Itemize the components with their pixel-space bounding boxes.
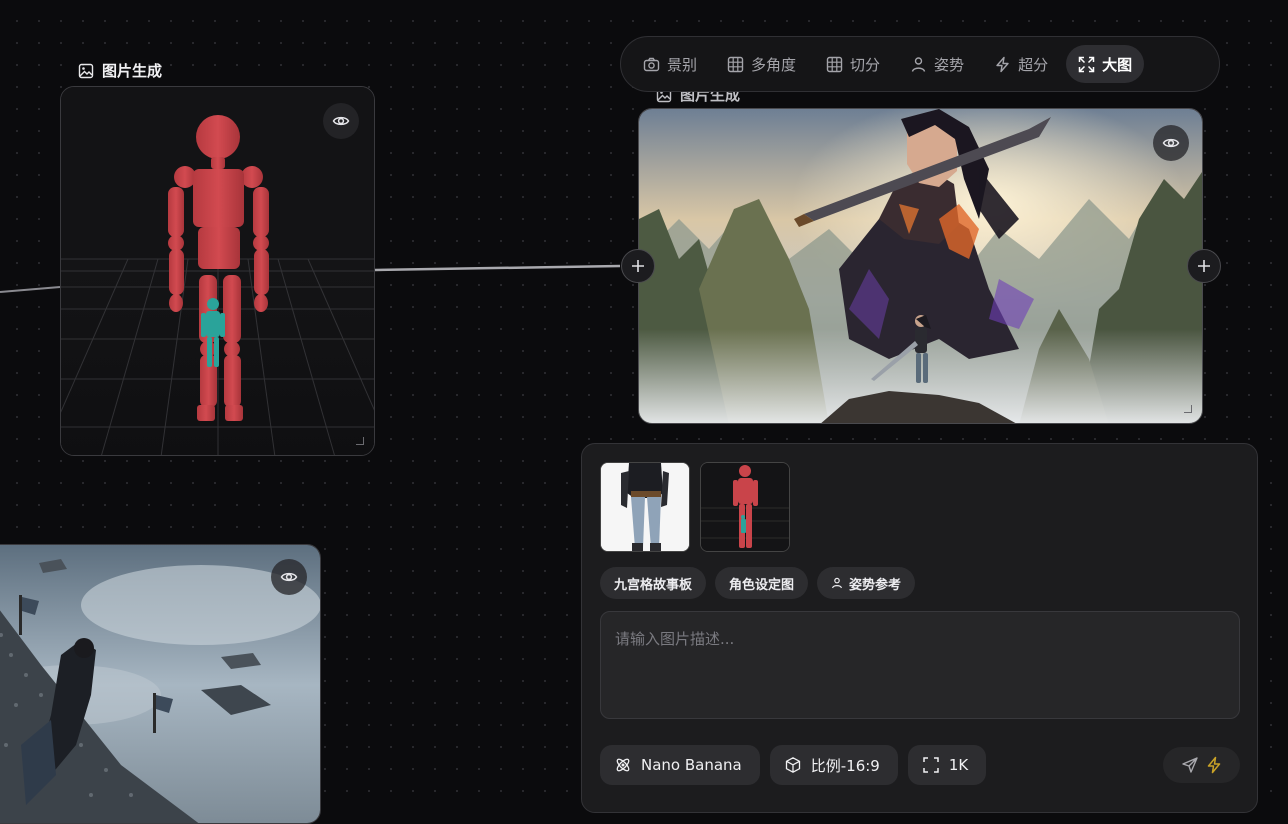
bottom-image-node-card[interactable] [0, 544, 321, 824]
tab-split[interactable]: 切分 [814, 45, 892, 83]
character-reference-image [601, 463, 690, 552]
tab-large-image[interactable]: 大图 [1066, 45, 1144, 83]
tab-shot-scale-label: 景别 [667, 54, 697, 75]
pose-node-title-text: 图片生成 [102, 60, 162, 81]
preset-chips: 九宫格故事板 角色设定图 姿势参考 [600, 567, 915, 599]
image-toolbar: 景别 多角度 切分 姿势 超分 大图 [620, 36, 1220, 92]
chip-pose-reference[interactable]: 姿势参考 [817, 567, 915, 599]
camera-icon [643, 56, 660, 73]
eye-icon [280, 568, 298, 586]
reference-thumbnail-pose[interactable] [700, 462, 790, 552]
tab-multi-angle-label: 多角度 [751, 54, 796, 75]
fullscreen-icon [922, 756, 940, 774]
image-icon [78, 63, 94, 79]
aspect-ratio-selector[interactable]: 比例-16:9 [770, 745, 898, 785]
scifi-army-image [0, 545, 321, 824]
pose-node-card[interactable] [60, 86, 375, 456]
tab-multi-angle[interactable]: 多角度 [715, 45, 808, 83]
person-icon [831, 577, 843, 589]
chip-pose-reference-label: 姿势参考 [849, 574, 901, 593]
grid-icon [826, 56, 843, 73]
generation-options: Nano Banana 比例-16:9 1K [600, 745, 986, 785]
preview-button[interactable] [1153, 125, 1189, 161]
tab-shot-scale[interactable]: 景别 [631, 45, 709, 83]
plus-icon [1197, 259, 1211, 273]
person-icon [910, 56, 927, 73]
tab-upscale-label: 超分 [1018, 54, 1048, 75]
resolution-label: 1K [949, 756, 968, 774]
plus-icon [631, 259, 645, 273]
reference-thumbnail-character[interactable] [600, 462, 690, 552]
chip-storyboard-label: 九宫格故事板 [614, 574, 692, 593]
output-port-plus[interactable] [1187, 249, 1221, 283]
lightning-icon [1205, 756, 1223, 774]
eye-icon [1162, 134, 1180, 152]
tab-upscale[interactable]: 超分 [982, 45, 1060, 83]
chip-character-sheet[interactable]: 角色设定图 [715, 567, 808, 599]
chip-character-sheet-label: 角色设定图 [729, 574, 794, 593]
tab-split-label: 切分 [850, 54, 880, 75]
model-selector-label: Nano Banana [641, 756, 742, 774]
chip-storyboard[interactable]: 九宫格故事板 [600, 567, 706, 599]
node-canvas[interactable]: 图片生成 [0, 0, 1288, 800]
preview-button[interactable] [271, 559, 307, 595]
send-button[interactable] [1163, 747, 1240, 783]
resize-handle[interactable] [356, 437, 364, 445]
main-image-node-card[interactable] [638, 108, 1203, 424]
grid-icon [727, 56, 744, 73]
lightning-icon [994, 56, 1011, 73]
expand-icon [1078, 56, 1095, 73]
resize-handle[interactable] [1184, 405, 1192, 413]
model-selector[interactable]: Nano Banana [600, 745, 760, 785]
tab-large-image-label: 大图 [1102, 54, 1132, 75]
eye-icon [332, 112, 350, 130]
input-port-plus[interactable] [621, 249, 655, 283]
pose-mannequin-render [61, 87, 375, 456]
pose-reference-image [701, 463, 790, 552]
tab-pose-label: 姿势 [934, 54, 964, 75]
send-icon [1181, 756, 1199, 774]
generation-panel: 九宫格故事板 角色设定图 姿势参考 Nano Banana 比例-16:9 [581, 443, 1258, 813]
tab-pose[interactable]: 姿势 [898, 45, 976, 83]
warrior-artwork-image [639, 109, 1203, 424]
pose-node-title: 图片生成 [78, 60, 162, 81]
prompt-input[interactable] [600, 611, 1240, 719]
cube-icon [784, 756, 802, 774]
resolution-selector[interactable]: 1K [908, 745, 986, 785]
preview-button[interactable] [323, 103, 359, 139]
aspect-ratio-label: 比例-16:9 [811, 755, 880, 776]
atom-icon [614, 756, 632, 774]
